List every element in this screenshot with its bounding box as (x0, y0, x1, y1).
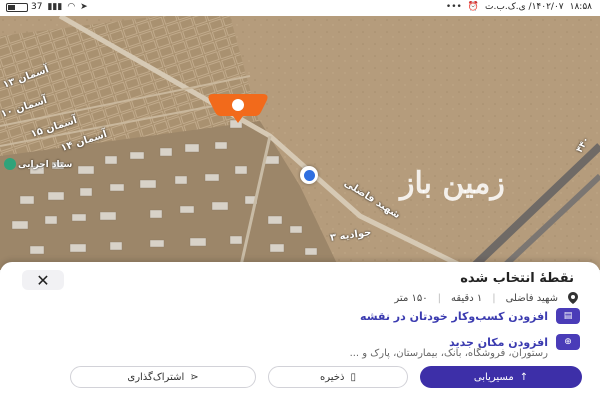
add-business-link[interactable]: افزودن کسب‌وکار خودتان در نقشه (360, 310, 548, 323)
place-meta: شهید فاضلی | ۱ دقیقه | ۱۵۰ متر (394, 292, 578, 304)
arrow-up-icon: ↑ (519, 371, 529, 383)
add-location-icon: ⊕ (556, 334, 580, 350)
poi-icon (4, 158, 16, 170)
location-pin-icon (568, 292, 578, 304)
current-location-icon[interactable] (300, 166, 318, 184)
save-button[interactable]: ▯ ذخیره (268, 366, 408, 388)
route-label: مسیریابی (473, 371, 514, 383)
add-place-subtitle: رستوران، فروشگاه، بانک، بیمارستان، پارک … (349, 348, 548, 359)
share-label: اشتراک‌گذاری (127, 371, 185, 383)
add-place-link[interactable]: افزودن مکان جدید (449, 336, 548, 349)
battery-icon (6, 2, 28, 12)
battery-indicator: 37 (6, 2, 42, 12)
travel-time: ۱ دقیقه (450, 292, 483, 304)
bookmark-icon: ▯ (350, 371, 356, 383)
location-dot (303, 169, 315, 181)
close-icon: ✕ (36, 270, 50, 290)
watermark: زمین باز (400, 166, 505, 201)
status-bar-right: ۱۸:۵۸ ۱۴۰۲/۰۷/ ی.ک.ب.ت ⏰ ••• (446, 2, 592, 12)
save-label: ذخیره (320, 371, 345, 383)
store-icon: ▤ (556, 308, 580, 324)
location-arrow-icon: ➤ (80, 2, 88, 12)
more-dots-icon: ••• (445, 2, 462, 12)
battery-percent: 37 (31, 2, 43, 12)
status-time: ۱۸:۵۸ (569, 2, 592, 12)
add-business-row[interactable]: ▤ افزودن کسب‌وکار خودتان در نقشه (360, 308, 580, 324)
battery-fill (8, 4, 15, 10)
route-button[interactable]: ↑ مسیریابی (420, 366, 582, 388)
status-bar-left: 37 ▮▮▮ ◠ ➤ (6, 2, 88, 12)
status-bar: 37 ▮▮▮ ◠ ➤ ۱۸:۵۸ ۱۴۰۲/۰۷/ ی.ک.ب.ت ⏰ ••• (0, 0, 600, 16)
action-buttons: ↑ مسیریابی ▯ ذخیره ⋖ اشتراک‌گذاری (0, 366, 600, 390)
marker-pin-icon (208, 94, 268, 123)
separator: | (437, 292, 441, 304)
alarm-clock-icon: ⏰ (467, 2, 480, 12)
distance: ۱۵۰ متر (394, 292, 428, 304)
map-view[interactable]: آسمان ۱۳ آسمان ۱۰ آسمان ۱۵ آسمان ۱۴ ستاد… (0, 16, 600, 270)
map-label-poi: ستاد اجرایی (18, 160, 73, 170)
sheet-title: نقطهٔ انتخاب شده (460, 271, 574, 286)
separator: | (492, 292, 496, 304)
status-date: ۱۴۰۲/۰۷/ ی.ک.ب.ت (485, 2, 564, 12)
place-bottom-sheet: ✕ نقطهٔ انتخاب شده شهید فاضلی | ۱ دقیقه … (0, 262, 600, 400)
share-icon: ⋖ (190, 371, 199, 383)
place-name: شهید فاضلی (505, 292, 558, 304)
wifi-icon: ◠ (67, 2, 76, 12)
selected-location-marker[interactable] (205, 90, 271, 124)
share-button[interactable]: ⋖ اشتراک‌گذاری (70, 366, 256, 388)
signal-icon: ▮▮▮ (47, 2, 63, 12)
close-button[interactable]: ✕ (22, 270, 64, 290)
